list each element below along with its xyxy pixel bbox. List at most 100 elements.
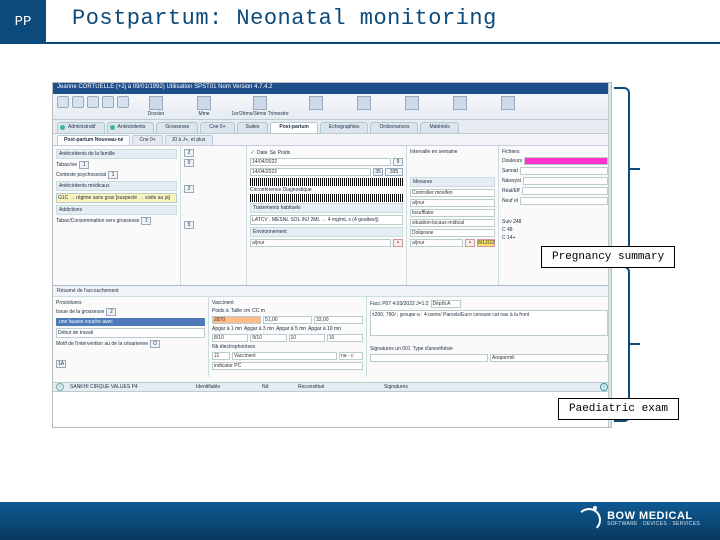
sign-lbl: Signatures un 001 [370,346,411,352]
type-lbl: Type d'anesthésie [413,346,453,352]
chevron-left-icon[interactable]: ‹ [56,383,64,391]
tab-grossesse[interactable]: Grossesse [156,122,198,133]
delivery-summary-area: Résumé de l'accouchement Procédures Issu… [53,286,611,382]
ind[interactable]: indicator PC [212,362,363,370]
barcode-1 [250,178,403,186]
motif-head: Motif de l'intervention au de la césarie… [56,341,148,347]
spin-4[interactable]: 5 [184,221,194,229]
fac-text[interactable]: ±200; 790/ ; groupe-a : 4:osmo/ Parcels/… [370,310,608,336]
lock-button[interactable] [87,96,99,108]
suiv1: C 48 [502,227,513,233]
anes-val[interactable]: Anapermil [490,354,608,362]
patient-avatar-icon[interactable]: Mme [183,96,225,117]
tab-administratif[interactable]: Administratif [57,122,105,133]
paediatric-grid[interactable] [53,392,611,426]
summary-head: Résumé de l'accouchement [53,286,611,297]
sign-val[interactable] [370,354,488,362]
brand-tagline: SOFTWARE · DEVICES · SERVICES [607,522,700,528]
rb3-val[interactable] [522,187,608,195]
module-icon-a[interactable] [295,96,337,117]
col-date: Date [250,149,268,156]
module-icon-d[interactable] [439,96,481,117]
rb4-val[interactable] [520,197,608,205]
count-add: 1 [141,217,151,225]
bracket-pregnancy-tip [630,168,640,170]
param1[interactable]: Insufflator [410,209,495,217]
tab-suites[interactable]: Suites [237,122,269,133]
param3[interactable]: Doliprane [410,229,495,237]
rb0-val[interactable] [524,157,608,165]
apgar2[interactable]: 9/10 [250,334,286,342]
item-add: Tabac/Consommation vers grossesse [56,218,139,224]
rb0: Douleurs [502,158,522,164]
taille-val[interactable]: 51,00 [263,316,312,324]
config-button[interactable] [102,96,114,108]
spin-1[interactable]: 2 [184,149,194,157]
medicaux-item[interactable]: G1C → régime sans gras [suspecté → visit… [56,193,177,203]
section-badge: PP [0,0,46,44]
spin-3[interactable]: 2 [184,185,194,193]
delete-icon-2[interactable]: × [465,239,475,247]
antecedents-head: Antécédents de la famille [56,149,177,159]
trimester-icon[interactable]: 1er/2ème/3ème Trimestre [231,96,289,117]
tab-antecedents[interactable]: Antécédents [107,122,155,133]
subtab-jours[interactable]: J0 à J+, et plus [165,135,213,145]
spin-2[interactable]: 0 [184,159,194,167]
module-icon-b[interactable] [343,96,385,117]
iss-label: Issue de la grossesse [56,309,104,315]
rb1-val[interactable] [520,167,608,175]
env-item[interactable]: a/jour [250,239,391,247]
vopt3[interactable]: na - c [339,352,363,360]
suiv2: C 14+ [502,235,515,241]
addictions-head: Addictions [56,205,177,215]
item-tabac: Tabac/vie [56,162,77,168]
refresh-button[interactable] [117,96,129,108]
vopt2[interactable]: Vaccinent [232,352,337,360]
rb2-val[interactable] [523,177,608,185]
vopt1[interactable]: J1 [212,352,230,360]
subtab-cne[interactable]: Cne 0+ [132,135,162,145]
poids-val[interactable]: 2870 [212,316,261,324]
date2[interactable]: 14/04/2022 [250,168,371,176]
apgar4[interactable]: 10 [327,334,363,342]
suiv0: Suiv 248 [502,219,521,225]
module-icon-c[interactable] [391,96,433,117]
apgar3-lbl: Apgar à 5 mn [276,326,306,332]
module-icon-e[interactable] [487,96,529,117]
weight[interactable]: 335 [385,168,403,176]
depot[interactable]: Dépôt A [431,300,461,308]
delete-icon[interactable]: × [393,239,403,247]
mes2[interactable]: a/jour [410,199,495,207]
sa1[interactable]: 9 [393,158,403,166]
tab-postpartum[interactable]: Post-partum [270,122,317,133]
count-ctx: 1 [108,171,118,179]
print-button[interactable] [72,96,84,108]
save-button[interactable] [57,96,69,108]
paediatric-head-row: ‹ SANKHI CIRQUE VALUES P4 Identifiable N… [53,382,611,392]
apgar3[interactable]: 10 [289,334,325,342]
dossier-icon[interactable]: Dossier [135,96,177,117]
cc-val[interactable]: 33,00 [314,316,363,324]
iss-item1[interactable]: une fausse couche avec [56,318,205,326]
cc-lbl: CC m [252,308,265,314]
iss-item2[interactable]: Début de travail [56,328,205,338]
mes1[interactable]: Controller moxifen [410,189,495,197]
bottom-spin[interactable]: 1A [56,360,66,368]
callout-paediatric: Paediatric exam [558,398,679,420]
param2[interactable]: situation-locaux-midical [410,219,495,227]
col-id: Identifiable [196,384,256,390]
tab-materiels[interactable]: Matériels [420,122,458,133]
param4[interactable]: a/jour [410,239,463,247]
tab-cne[interactable]: Cne 0+ [200,122,234,133]
date-badge[interactable]: 8/12/22 [477,239,495,247]
sa2[interactable]: 35 [373,168,383,176]
date1[interactable]: 14/04/2022 [250,158,391,166]
trait-item[interactable]: LATCV ; MESNL SOL INJ 2ML → 4 mg/mL x (4… [250,215,403,225]
paediatric-exam-area: ‹ SANKHI CIRQUE VALUES P4 Identifiable N… [53,382,611,426]
subtab-nouveau-ne[interactable]: Post-partum Nouveau-né [57,135,130,145]
tab-ordonnances[interactable]: Ordonnances [370,122,418,133]
tab-echographies[interactable]: Echographies [320,122,369,133]
rb1: Sannat [502,168,518,174]
add-row-icon[interactable]: » [600,383,608,391]
apgar1[interactable]: 8/10 [212,334,248,342]
